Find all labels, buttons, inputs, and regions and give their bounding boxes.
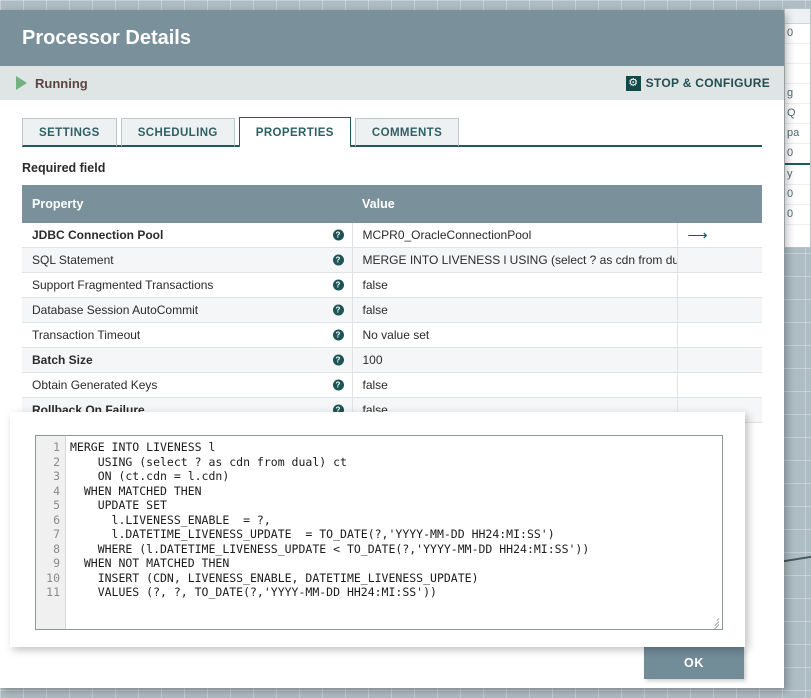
properties-table: Property Value JDBC Connection Pool ? MC… xyxy=(22,185,762,423)
sql-code-editor[interactable]: 1 2 3 4 5 6 7 8 9 10 11 MERGE INTO LIVEN… xyxy=(35,435,723,630)
action-cell xyxy=(677,323,762,348)
column-header-action xyxy=(677,185,762,223)
required-field-note: Required field xyxy=(22,161,784,175)
status-left-group: Running xyxy=(16,76,88,91)
line-number: 2 xyxy=(36,455,65,470)
property-cell: JDBC Connection Pool ? xyxy=(22,223,352,248)
page-title: Processor Details xyxy=(22,27,191,50)
sql-code-text-area[interactable]: MERGE INTO LIVENESS l USING (select ? as… xyxy=(66,436,722,629)
help-circle-icon[interactable]: ? xyxy=(333,230,344,241)
dialog-header: Processor Details xyxy=(0,10,784,66)
line-number: 3 xyxy=(36,469,65,484)
line-number-gutter: 1 2 3 4 5 6 7 8 9 10 11 xyxy=(36,436,66,629)
line-number: 6 xyxy=(36,513,65,528)
background-card-row: 0 xyxy=(785,144,810,165)
table-row[interactable]: Obtain Generated Keys ? false xyxy=(22,373,762,398)
action-cell xyxy=(677,248,762,273)
line-number: 9 xyxy=(36,556,65,571)
background-card-row xyxy=(785,64,810,84)
tab-strip: SETTINGS SCHEDULING PROPERTIES COMMENTS xyxy=(22,116,784,147)
help-circle-icon[interactable]: ? xyxy=(333,380,344,391)
stop-and-configure-button[interactable]: ⚙ STOP & CONFIGURE xyxy=(626,76,770,91)
table-row[interactable]: JDBC Connection Pool ? MCPR0_OracleConne… xyxy=(22,223,762,248)
table-row[interactable]: SQL Statement ? MERGE INTO LIVENESS l US… xyxy=(22,248,762,273)
background-processor-card[interactable]: 0 g Q pa 0 y 0 0 xyxy=(784,8,811,248)
background-card-row: y xyxy=(785,165,810,185)
stop-configure-label: STOP & CONFIGURE xyxy=(646,76,770,90)
column-header-property: Property xyxy=(22,185,352,223)
property-label: JDBC Connection Pool xyxy=(32,228,163,242)
help-circle-icon[interactable]: ? xyxy=(333,330,344,341)
background-card-row: pa xyxy=(785,124,810,144)
value-cell[interactable]: 100 xyxy=(352,348,677,373)
line-number: 10 xyxy=(36,571,65,586)
value-cell[interactable]: MERGE INTO LIVENESS l USING (select ? as… xyxy=(352,248,677,273)
help-circle-icon[interactable]: ? xyxy=(333,280,344,291)
property-label: Database Session AutoCommit xyxy=(32,303,198,317)
line-number: 1 xyxy=(36,440,65,455)
value-cell[interactable]: false xyxy=(352,273,677,298)
property-label: Batch Size xyxy=(32,353,93,367)
value-cell[interactable]: false xyxy=(352,373,677,398)
sql-statement-editor-panel: 1 2 3 4 5 6 7 8 9 10 11 MERGE INTO LIVEN… xyxy=(10,412,745,647)
property-cell: Database Session AutoCommit ? xyxy=(22,298,352,323)
tab-comments[interactable]: COMMENTS xyxy=(355,118,459,147)
help-circle-icon[interactable]: ? xyxy=(333,255,344,266)
value-cell[interactable]: No value set xyxy=(352,323,677,348)
resize-handle-icon[interactable] xyxy=(708,615,721,628)
table-header-row: Property Value xyxy=(22,185,762,223)
action-cell xyxy=(677,373,762,398)
property-cell: Transaction Timeout ? xyxy=(22,323,352,348)
value-cell[interactable]: MCPR0_OracleConnectionPool xyxy=(352,223,677,248)
tab-settings[interactable]: SETTINGS xyxy=(22,118,117,147)
table-row[interactable]: Support Fragmented Transactions ? false xyxy=(22,273,762,298)
play-triangle-icon xyxy=(16,76,27,90)
action-cell xyxy=(677,348,762,373)
status-badge: Running xyxy=(35,76,88,91)
background-card-row: 0 xyxy=(785,205,810,225)
property-cell: Batch Size ? xyxy=(22,348,352,373)
help-circle-icon[interactable]: ? xyxy=(333,355,344,366)
tab-scheduling[interactable]: SCHEDULING xyxy=(121,118,235,147)
help-circle-icon[interactable]: ? xyxy=(333,305,344,316)
table-row[interactable]: Transaction Timeout ? No value set xyxy=(22,323,762,348)
action-cell xyxy=(677,273,762,298)
background-card-row: Q xyxy=(785,104,810,124)
property-label: Obtain Generated Keys xyxy=(32,378,157,392)
background-card-row: g xyxy=(785,84,810,104)
value-cell[interactable]: false xyxy=(352,298,677,323)
dialog-footer: OK xyxy=(0,640,784,688)
sql-code-content[interactable]: MERGE INTO LIVENESS l USING (select ? as… xyxy=(70,440,722,600)
property-cell: Obtain Generated Keys ? xyxy=(22,373,352,398)
tab-properties[interactable]: PROPERTIES xyxy=(239,117,351,148)
background-card-row: 0 xyxy=(785,24,810,44)
line-number: 11 xyxy=(36,585,65,600)
line-number: 8 xyxy=(36,542,65,557)
table-row[interactable]: Batch Size ? 100 xyxy=(22,348,762,373)
background-card-header xyxy=(785,9,810,24)
property-label: Transaction Timeout xyxy=(32,328,140,342)
property-label: SQL Statement xyxy=(32,253,114,267)
background-card-row xyxy=(785,44,810,64)
background-card-row: 0 xyxy=(785,185,810,205)
property-cell: Support Fragmented Transactions ? xyxy=(22,273,352,298)
action-cell xyxy=(677,298,762,323)
table-row[interactable]: Database Session AutoCommit ? false xyxy=(22,298,762,323)
column-header-value: Value xyxy=(352,185,677,223)
line-number: 4 xyxy=(36,484,65,499)
go-to-arrow-icon[interactable]: ⟶ xyxy=(688,228,708,242)
line-number: 7 xyxy=(36,527,65,542)
gear-icon: ⚙ xyxy=(626,76,641,91)
property-cell: SQL Statement ? xyxy=(22,248,352,273)
processor-status-bar: Running ⚙ STOP & CONFIGURE xyxy=(0,66,784,100)
line-number: 5 xyxy=(36,498,65,513)
tab-bar: SETTINGS SCHEDULING PROPERTIES COMMENTS xyxy=(0,100,784,147)
ok-button[interactable]: OK xyxy=(644,647,744,679)
property-label: Support Fragmented Transactions xyxy=(32,278,213,292)
action-cell: ⟶ xyxy=(677,223,762,248)
